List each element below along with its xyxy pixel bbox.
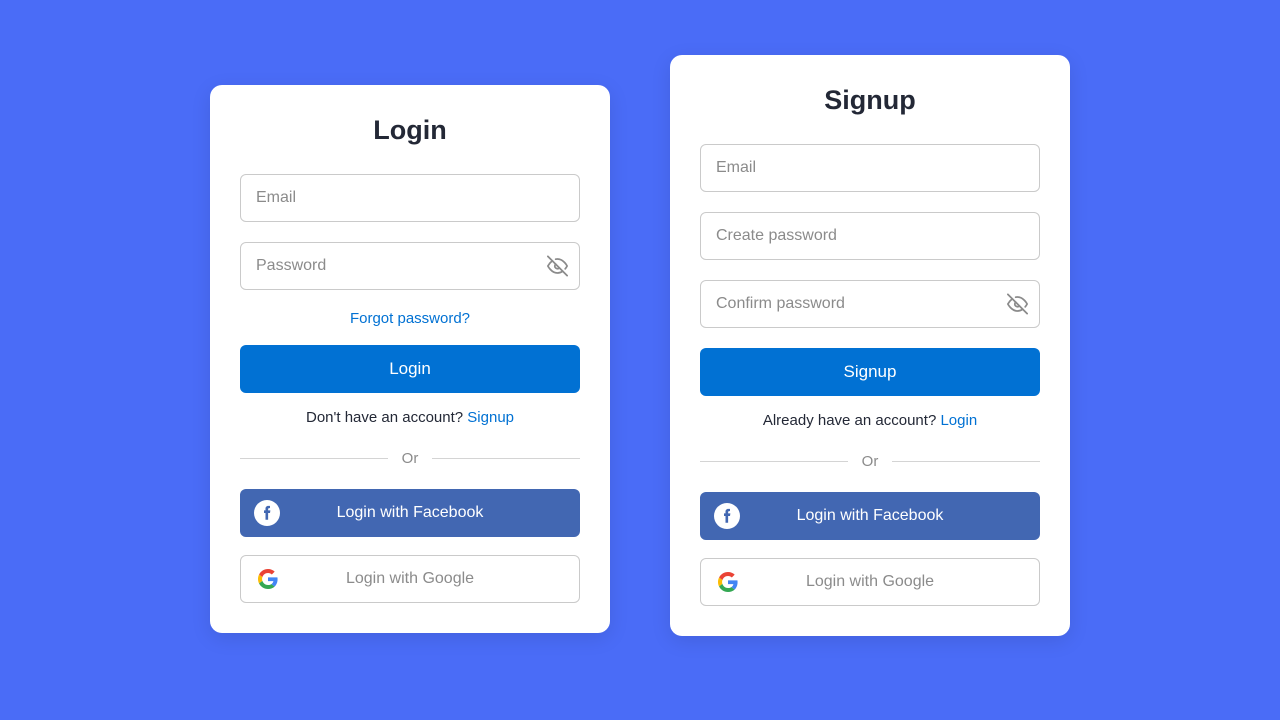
login-password-field bbox=[240, 242, 580, 290]
eye-off-icon[interactable] bbox=[547, 256, 568, 277]
signup-google-button[interactable]: Login with Google bbox=[700, 558, 1040, 606]
signup-title: Signup bbox=[700, 85, 1040, 116]
facebook-button-label: Login with Facebook bbox=[240, 504, 580, 522]
signup-prompt-text: Don't have an account? bbox=[306, 409, 467, 426]
confirm-password-input[interactable] bbox=[700, 280, 1040, 328]
facebook-button-label: Login with Facebook bbox=[700, 507, 1040, 525]
eye-off-icon[interactable] bbox=[1007, 294, 1028, 315]
login-email-field bbox=[240, 174, 580, 222]
create-password-field bbox=[700, 212, 1040, 260]
signup-facebook-button[interactable]: Login with Facebook bbox=[700, 492, 1040, 540]
signup-link[interactable]: Signup bbox=[467, 409, 514, 426]
signup-button[interactable]: Signup bbox=[700, 348, 1040, 396]
divider-line bbox=[892, 461, 1040, 462]
facebook-icon bbox=[254, 500, 280, 526]
signup-prompt: Don't have an account? Signup bbox=[240, 409, 580, 426]
password-input[interactable] bbox=[240, 242, 580, 290]
signup-divider: Or bbox=[700, 453, 1040, 470]
login-title: Login bbox=[240, 115, 580, 146]
google-icon bbox=[255, 566, 281, 592]
confirm-password-field bbox=[700, 280, 1040, 328]
signup-email-field bbox=[700, 144, 1040, 192]
google-button-label: Login with Google bbox=[241, 570, 579, 588]
create-password-input[interactable] bbox=[700, 212, 1040, 260]
login-link[interactable]: Login bbox=[940, 412, 977, 429]
google-button-label: Login with Google bbox=[701, 573, 1039, 591]
login-prompt-text: Already have an account? bbox=[763, 412, 941, 429]
divider-text: Or bbox=[388, 450, 433, 467]
divider-line bbox=[240, 458, 388, 459]
email-input[interactable] bbox=[240, 174, 580, 222]
divider-text: Or bbox=[848, 453, 893, 470]
login-divider: Or bbox=[240, 450, 580, 467]
divider-line bbox=[432, 458, 580, 459]
login-facebook-button[interactable]: Login with Facebook bbox=[240, 489, 580, 537]
forgot-password-link[interactable]: Forgot password? bbox=[240, 310, 580, 327]
login-button[interactable]: Login bbox=[240, 345, 580, 393]
facebook-icon bbox=[714, 503, 740, 529]
divider-line bbox=[700, 461, 848, 462]
email-input[interactable] bbox=[700, 144, 1040, 192]
login-prompt: Already have an account? Login bbox=[700, 412, 1040, 429]
login-google-button[interactable]: Login with Google bbox=[240, 555, 580, 603]
signup-card: Signup Signup Already have an account? L… bbox=[670, 55, 1070, 636]
google-icon bbox=[715, 569, 741, 595]
login-card: Login Forgot password? Login Don't have … bbox=[210, 85, 610, 633]
